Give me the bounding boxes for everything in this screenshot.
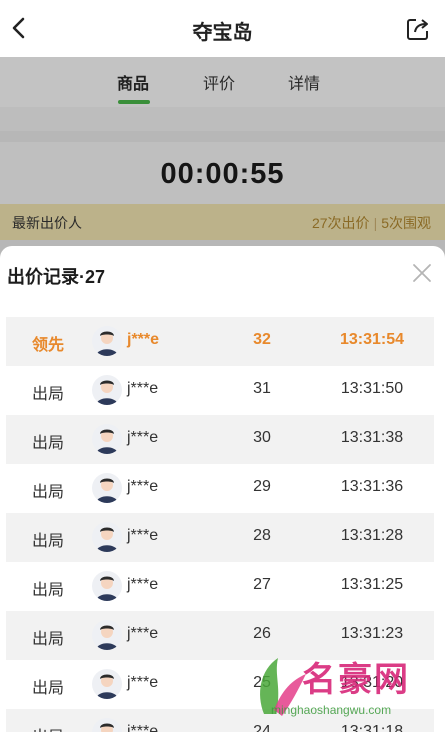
avatar <box>92 620 122 650</box>
info-strip <box>0 107 445 131</box>
bid-price: 29 <box>253 478 271 495</box>
tab-details[interactable]: 详情 <box>288 70 320 94</box>
avatar <box>92 571 122 601</box>
bid-time: 13:31:38 <box>340 429 404 446</box>
bidder-name: j***e <box>127 429 159 446</box>
person-icon <box>96 625 118 650</box>
top-nav-bar: 夺宝岛 <box>0 0 445 57</box>
bid-price: 28 <box>253 527 271 544</box>
bidder-name: j***e <box>127 723 159 732</box>
person-icon <box>96 674 118 699</box>
sheet-title: 出价记录·27 <box>7 267 106 287</box>
bid-status: 出局 <box>32 723 64 732</box>
bid-row: 出局 j***e 29 13:31:36 <box>6 464 434 513</box>
bid-status: 出局 <box>32 533 65 550</box>
active-tab-indicator <box>118 100 150 104</box>
person-icon <box>96 331 118 356</box>
avatar <box>92 326 122 356</box>
person-icon <box>96 380 118 405</box>
bid-time: 13:31:50 <box>340 380 404 397</box>
person-icon <box>100 723 114 732</box>
avatar <box>92 718 122 732</box>
bid-price: 24 <box>253 723 271 732</box>
avatar <box>92 424 122 454</box>
bidder-name: j***e <box>127 576 159 593</box>
bid-row: 出局 j***e 27 13:31:25 <box>6 562 434 611</box>
bid-row: 出局 j***e 30 13:31:38 <box>6 415 434 464</box>
bid-status: 出局 <box>32 435 65 452</box>
bid-price: 26 <box>253 625 271 642</box>
bid-status: 领先 <box>32 337 65 354</box>
tab-bar: 商品 评价 详情 <box>0 57 445 107</box>
bidder-name: j***e <box>127 478 159 495</box>
avatar <box>92 473 122 503</box>
close-icon[interactable] <box>411 262 433 284</box>
bid-row: 领先 j***e 32 13:31:54 <box>6 317 434 366</box>
bidder-name: j***e <box>127 380 159 397</box>
person-icon <box>96 576 118 601</box>
avatar <box>92 669 122 699</box>
page-title: 夺宝岛 <box>192 22 253 44</box>
stats-separator: | <box>373 215 378 231</box>
bidder-name: j***e <box>127 674 159 691</box>
latest-bidder-label: 最新出价人 <box>12 215 82 231</box>
avatar <box>92 375 122 405</box>
tab-reviews[interactable]: 评价 <box>203 70 235 94</box>
bidder-name: j***e <box>127 625 159 642</box>
bid-time: 13:31:25 <box>340 576 404 593</box>
countdown-timer: 00:00:55 <box>160 158 285 190</box>
bid-price: 31 <box>253 380 271 397</box>
bidder-name: j***e <box>127 331 160 348</box>
bid-time: 13:31:28 <box>340 527 404 544</box>
avatar <box>92 522 122 552</box>
person-icon <box>96 478 118 503</box>
bid-price: 27 <box>253 576 271 593</box>
bid-time: 13:31:36 <box>340 478 404 495</box>
bid-count: 27次出价 <box>311 215 370 231</box>
bid-status: 出局 <box>32 582 65 599</box>
bid-status: 出局 <box>32 631 65 648</box>
bid-time: 13:31:23 <box>340 625 404 642</box>
bid-price: 30 <box>253 429 271 446</box>
watermark-brand: 名豪网 <box>302 661 410 699</box>
share-icon[interactable] <box>405 16 431 42</box>
watermark-url: minghaoshangwu.com <box>271 703 392 717</box>
bid-row: 出局 j***e 31 13:31:50 <box>6 366 434 415</box>
bid-price: 32 <box>253 331 271 348</box>
tab-product[interactable]: 商品 <box>117 70 149 94</box>
person-icon <box>96 429 118 454</box>
bid-row: 出局 j***e 28 13:31:28 <box>6 513 434 562</box>
bid-stats: 27次出价 | 5次围观 <box>312 213 431 233</box>
person-icon <box>96 527 118 552</box>
bid-status: 出局 <box>32 484 65 501</box>
bid-status: 出局 <box>32 386 65 403</box>
bid-time: 13:31:54 <box>339 331 405 348</box>
view-count: 5次围观 <box>381 215 431 231</box>
bid-status: 出局 <box>32 680 65 697</box>
bid-time: 13:31:18 <box>340 723 404 732</box>
bidder-name: j***e <box>127 527 159 544</box>
